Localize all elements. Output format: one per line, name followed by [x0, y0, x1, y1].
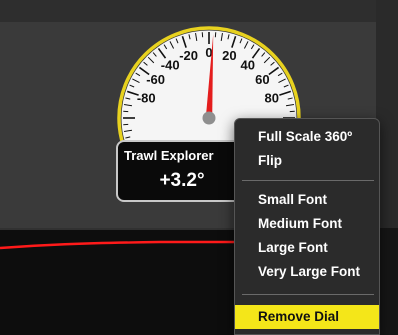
context-menu[interactable]: Full Scale 360º Flip Small Font Medium F…	[234, 118, 380, 335]
gauge-tick-label: 60	[255, 72, 269, 87]
gauge-tick-label: -40	[161, 58, 180, 73]
menu-item-remove-dial[interactable]: Remove Dial	[235, 305, 379, 329]
gauge-tick-label: 40	[241, 58, 255, 73]
menu-separator	[242, 180, 374, 181]
menu-item-medium-font[interactable]: Medium Font	[235, 213, 379, 235]
menu-item-very-large-font[interactable]: Very Large Font	[235, 261, 379, 283]
gauge-hub	[202, 111, 216, 125]
menu-item-large-font[interactable]: Large Font	[235, 237, 379, 259]
menu-item-small-font[interactable]: Small Font	[235, 189, 379, 211]
gauge-tick-label: -80	[137, 91, 156, 106]
instrument-canvas: -80 -60 -40 -20 0 20 40 60 80 Trawl Explorer +3.…	[0, 0, 398, 335]
menu-separator	[242, 294, 374, 295]
gauge-tick-label: -20	[179, 48, 198, 63]
gauge-tick-label: 20	[222, 48, 236, 63]
gauge-tick-label: 80	[265, 91, 279, 106]
menu-item-flip[interactable]: Flip	[235, 150, 379, 172]
graph-line	[0, 240, 240, 250]
gauge-tick-label: -60	[146, 72, 165, 87]
menu-item-full-scale[interactable]: Full Scale 360º	[235, 126, 379, 148]
